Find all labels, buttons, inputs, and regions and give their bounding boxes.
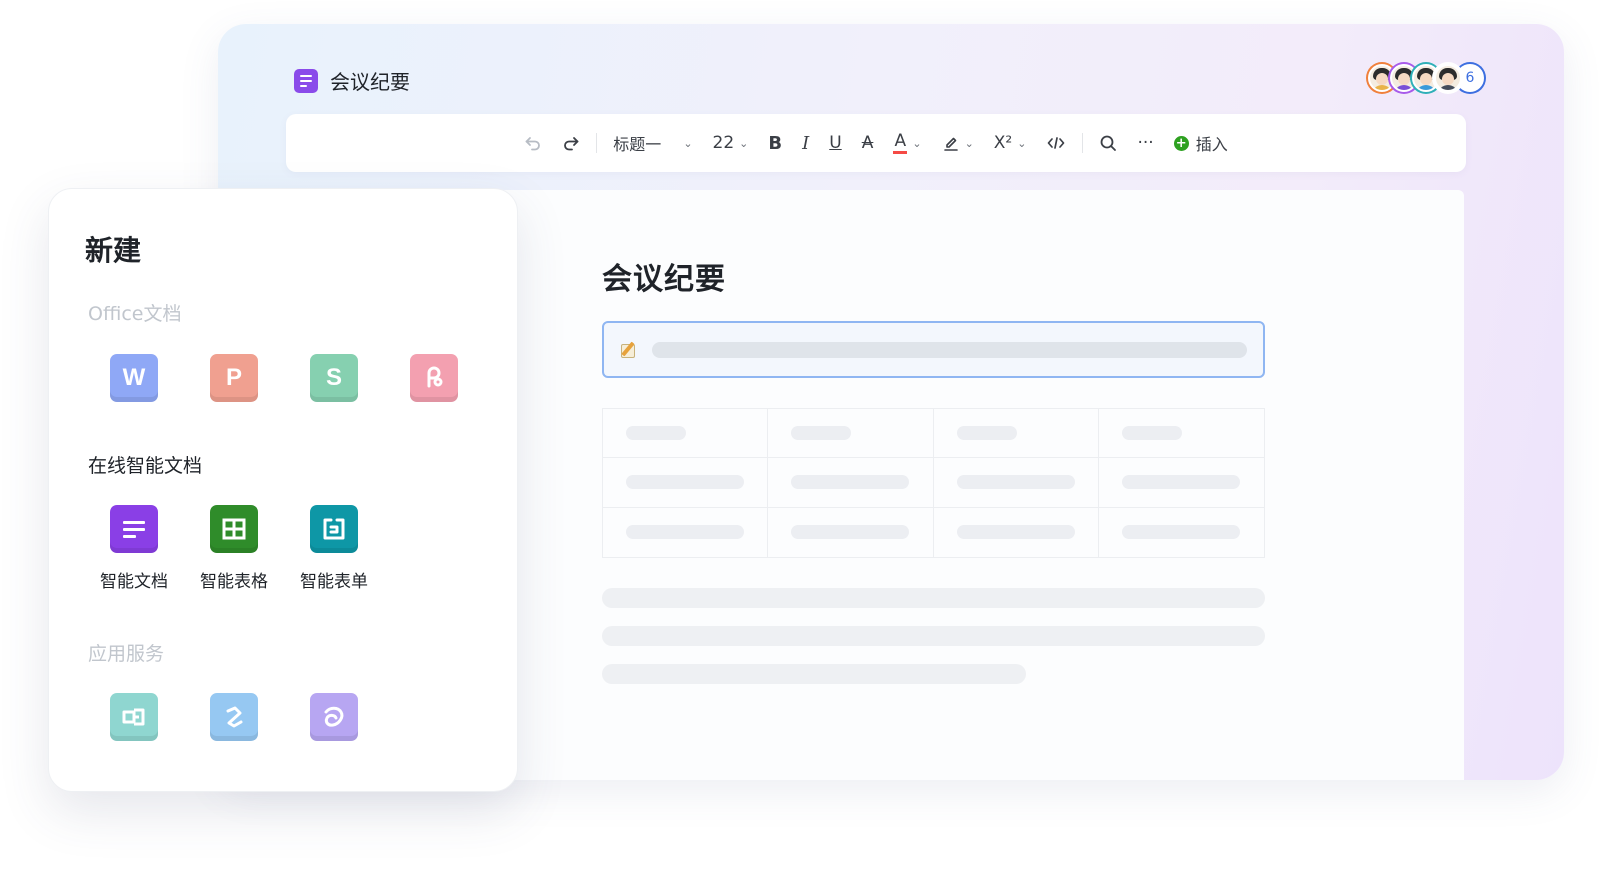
- smart-doc-icon: [294, 68, 318, 93]
- chevron-down-icon: ⌄: [1017, 136, 1027, 150]
- undo-button[interactable]: [514, 127, 552, 159]
- smart-doc-label[interactable]: 智能文档: [84, 567, 184, 592]
- memo-icon: [620, 341, 638, 359]
- ppt-doc-button[interactable]: P: [210, 354, 258, 402]
- new-document-panel: 新建 Office文档 W P S 在线智能文档 智能文档 智能表格 智能表单 …: [48, 188, 518, 792]
- doc-title: 会议纪要: [330, 70, 410, 94]
- more-button[interactable]: ···: [1127, 127, 1163, 159]
- table-block[interactable]: [602, 408, 1265, 558]
- highlighter-icon: [943, 137, 958, 151]
- doc-header: 会议纪要: [294, 66, 410, 95]
- avatar[interactable]: [1434, 64, 1462, 92]
- placeholder-paragraph: [602, 588, 1265, 608]
- smart-doc-button[interactable]: [110, 505, 158, 553]
- insert-button[interactable]: + 插入: [1164, 127, 1238, 159]
- highlight-button[interactable]: ⌄: [932, 127, 984, 159]
- superscript-glyph: X²: [993, 133, 1013, 153]
- font-size-dropdown[interactable]: 22 ⌄: [703, 127, 759, 159]
- smart-form-button[interactable]: [310, 505, 358, 553]
- redo-button[interactable]: [552, 127, 590, 159]
- whiteboard-icon: [324, 706, 344, 727]
- doc-lines-icon: [123, 520, 145, 538]
- table-cell[interactable]: [603, 458, 769, 508]
- collaborator-avatars[interactable]: 6: [1368, 64, 1484, 92]
- italic-button[interactable]: I: [792, 127, 819, 159]
- search-button[interactable]: [1089, 127, 1127, 159]
- plus-circle-icon: +: [1173, 135, 1189, 151]
- callout-block[interactable]: [602, 321, 1265, 378]
- table-cell[interactable]: [768, 507, 934, 557]
- insert-label: 插入: [1195, 135, 1228, 154]
- font-size-value: 22: [712, 133, 735, 153]
- superscript-button[interactable]: X² ⌄: [984, 127, 1037, 159]
- page-heading[interactable]: 会议纪要: [602, 254, 726, 298]
- table-cell[interactable]: [1099, 508, 1264, 557]
- smart-sheet-button[interactable]: [210, 505, 258, 553]
- code-button[interactable]: [1036, 127, 1076, 159]
- chevron-down-icon: ⌄: [912, 136, 922, 150]
- table-cell[interactable]: [768, 458, 934, 508]
- undo-icon: [525, 137, 541, 151]
- table-cell[interactable]: [603, 409, 769, 459]
- bold-button[interactable]: B: [758, 127, 792, 159]
- smart-sheet-label[interactable]: 智能表格: [184, 567, 284, 592]
- table-cell[interactable]: [933, 458, 1099, 508]
- section-label-online: 在线智能文档: [88, 455, 203, 477]
- document-page[interactable]: 会议纪要: [494, 190, 1464, 780]
- table-cell[interactable]: [1098, 458, 1264, 508]
- pdf-icon: [427, 366, 443, 388]
- grid-icon: [222, 518, 246, 540]
- font-color-button[interactable]: A ⌄: [883, 127, 931, 159]
- table-cell[interactable]: [934, 507, 1099, 557]
- app-service-button-3[interactable]: [310, 693, 358, 741]
- smart-form-label[interactable]: 智能表单: [284, 567, 384, 592]
- chevron-down-icon: ⌄: [739, 136, 749, 150]
- font-color-icon: A: [893, 130, 908, 154]
- placeholder-paragraph: [602, 664, 1026, 684]
- sheet-doc-button[interactable]: S: [310, 354, 358, 402]
- word-doc-button[interactable]: W: [110, 354, 158, 402]
- app-service-button-1[interactable]: [110, 693, 158, 741]
- pdf-doc-button[interactable]: [410, 354, 458, 402]
- section-label-office: Office文档: [88, 303, 182, 325]
- section-label-apps: 应用服务: [88, 643, 165, 665]
- placeholder-line: [652, 341, 1247, 358]
- search-icon: [1101, 135, 1117, 151]
- heading-style-dropdown[interactable]: 标题一 ⌄: [603, 127, 702, 159]
- table-cell[interactable]: [1098, 409, 1264, 459]
- strikethrough-button[interactable]: A: [852, 127, 884, 159]
- flowchart-icon: [122, 708, 145, 726]
- form-icon: [323, 518, 345, 540]
- panel-title: 新建: [85, 234, 142, 267]
- code-icon: [1048, 137, 1065, 149]
- chevron-down-icon: ⌄: [964, 136, 974, 150]
- mindmap-icon: [226, 706, 243, 728]
- heading-style-value: 标题一: [613, 135, 662, 154]
- toolbar-divider: [596, 133, 598, 153]
- format-toolbar: 标题一 ⌄ 22 ⌄ B I U A A ⌄ ⌄ X² ⌄ ··· + 插入: [286, 114, 1466, 172]
- font-color-glyph: A: [894, 130, 907, 151]
- chevron-down-icon: ⌄: [683, 136, 693, 150]
- toolbar-divider: [1082, 133, 1084, 153]
- placeholder-paragraph: [602, 626, 1265, 646]
- table-cell[interactable]: [768, 409, 934, 459]
- table-cell[interactable]: [933, 409, 1099, 459]
- app-service-button-2[interactable]: [210, 693, 258, 741]
- underline-button[interactable]: U: [819, 127, 851, 159]
- table-cell[interactable]: [603, 507, 769, 557]
- redo-icon: [564, 137, 579, 151]
